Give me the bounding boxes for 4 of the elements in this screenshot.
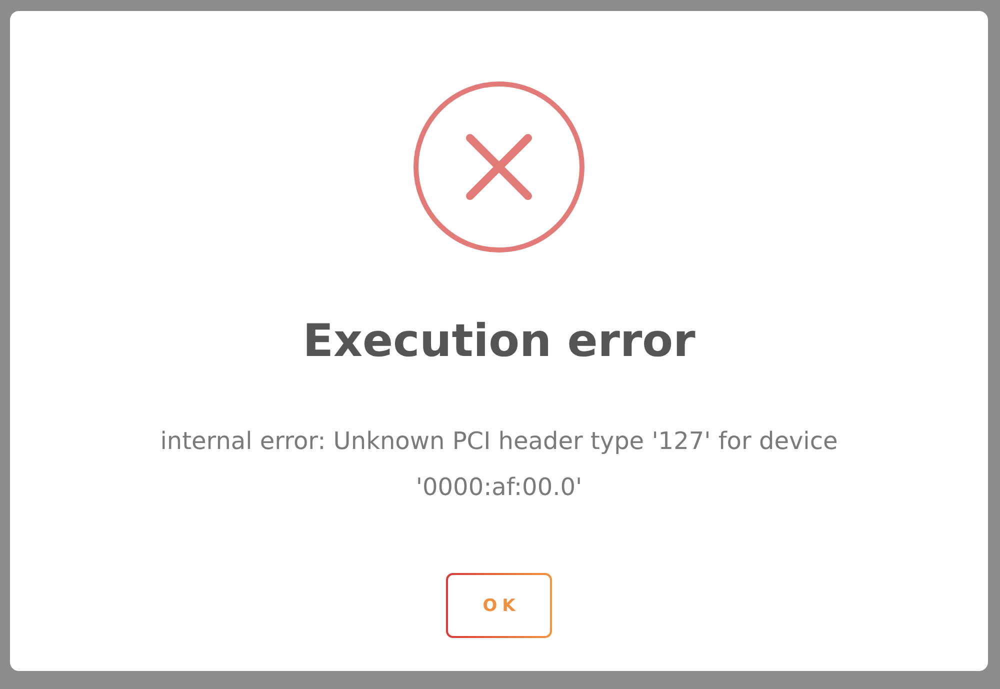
error-message: internal error: Unknown PCI header type '127' for device '0000:af:00.0': [159, 426, 839, 503]
dialog-title: Execution error: [302, 313, 696, 369]
error-x-circle-icon: [413, 81, 585, 253]
ok-button[interactable]: OK: [446, 573, 552, 638]
